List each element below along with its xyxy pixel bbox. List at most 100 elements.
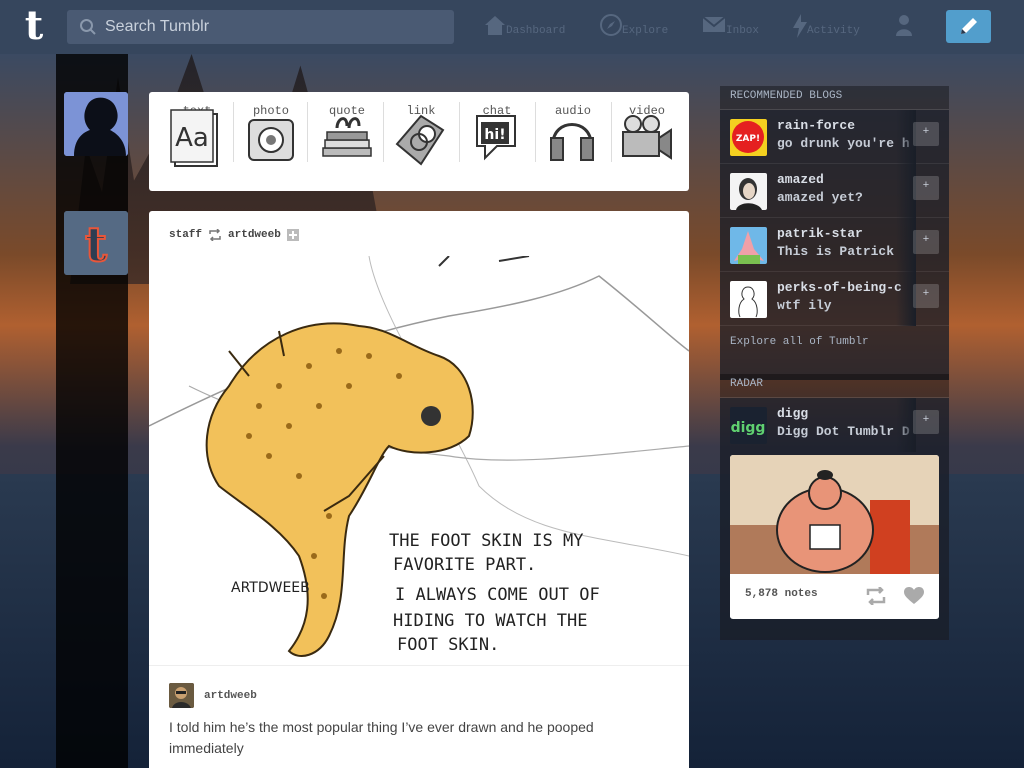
svg-text:digg: digg xyxy=(731,420,766,436)
silhouette-avatar-icon xyxy=(64,92,128,156)
tumblr-logo[interactable]: t xyxy=(14,4,54,50)
post-type-text[interactable]: text Aa xyxy=(159,98,235,172)
radar-title: RADAR xyxy=(720,374,949,398)
svg-text:Aa: Aa xyxy=(175,123,209,153)
post-image[interactable]: THE FOOT SKIN IS MY FAVORITE PART. I ALW… xyxy=(149,256,689,666)
drawing-text-line3: I ALWAYS COME OUT OF xyxy=(395,585,600,605)
follow-button[interactable]: + xyxy=(913,122,939,146)
search-icon xyxy=(80,19,96,35)
blog-row[interactable]: ZAP! rain-force go drunk you're h + xyxy=(720,110,949,164)
blog-name[interactable]: perks-of-being-c xyxy=(777,280,915,295)
post-author[interactable]: artdweeb xyxy=(169,683,257,708)
compass-icon xyxy=(600,14,622,36)
follow-button[interactable]: + xyxy=(913,284,939,308)
post-type-quote[interactable]: quote xyxy=(309,98,385,172)
top-header: t Dashboard Explore Inbox Activity xyxy=(0,0,1024,54)
perks-avatar xyxy=(730,281,767,318)
camera-icon xyxy=(248,119,294,161)
drawing-signature: ARTDWEEB xyxy=(231,580,310,596)
author-avatar xyxy=(169,683,194,708)
follow-button[interactable]: + xyxy=(913,176,939,200)
gecko-drawing: THE FOOT SKIN IS MY FAVORITE PART. I ALW… xyxy=(149,256,689,657)
rain-force-avatar: ZAP! xyxy=(730,119,767,156)
post-type-link[interactable]: link xyxy=(383,98,459,172)
post-type-video[interactable]: video xyxy=(609,98,685,172)
explore-all-link[interactable]: Explore all of Tumblr xyxy=(730,336,869,348)
blog-row[interactable]: patrik-star This is Patrick + xyxy=(720,218,949,272)
person-icon xyxy=(896,15,912,36)
radar-blog-name[interactable]: digg xyxy=(777,406,915,421)
follow-plus-icon[interactable] xyxy=(286,229,299,241)
reblogger-name[interactable]: staff xyxy=(169,229,202,241)
svg-text:t: t xyxy=(85,217,107,273)
radar-post-image xyxy=(730,455,939,574)
blog-name[interactable]: rain-force xyxy=(777,118,915,133)
reblog-icon xyxy=(209,229,221,241)
envelope-icon xyxy=(702,16,726,32)
nav-activity-label: Activity xyxy=(807,25,860,37)
nav-explore[interactable]: Explore xyxy=(600,14,680,44)
patrik-star-avatar xyxy=(730,227,767,264)
post-type-audio[interactable]: audio xyxy=(535,98,611,172)
nav-explore-label: Explore xyxy=(622,25,669,37)
books-quote-icon xyxy=(322,117,372,157)
nav-inbox-label: Inbox xyxy=(726,25,760,37)
dashboard-post: staff artdweeb THE FOOT SKIN IS MY FAVOR… xyxy=(149,211,689,768)
amazed-avatar xyxy=(730,173,767,210)
nav-dashboard-label: Dashboard xyxy=(506,25,566,37)
radar-blog-row[interactable]: digg digg Digg Dot Tumblr D + xyxy=(720,398,949,452)
source-blog-name[interactable]: artdweeb xyxy=(228,229,281,241)
drawing-text-line1: THE FOOT SKIN IS MY xyxy=(389,531,583,551)
user-avatar[interactable] xyxy=(64,92,128,156)
svg-text:ZAP!: ZAP! xyxy=(736,134,760,144)
blog-description: amazed yet? xyxy=(777,190,863,205)
post-type-selector: text Aa photo quote link chat hi! audio … xyxy=(149,92,689,191)
blog-description: go drunk you're h xyxy=(777,136,910,151)
post-type-chat[interactable]: chat hi! xyxy=(459,98,535,172)
nav-account[interactable] xyxy=(895,14,913,44)
notes-count[interactable]: 5,878 notes xyxy=(745,588,818,600)
lightning-icon xyxy=(793,14,807,38)
tumblr-t-avatar-icon: t xyxy=(64,211,128,275)
search-input[interactable] xyxy=(105,10,445,44)
author-name[interactable]: artdweeb xyxy=(204,690,257,702)
radar-panel: digg digg Digg Dot Tumblr D + 5,878 note… xyxy=(720,398,949,640)
radar-post-card[interactable]: 5,878 notes xyxy=(730,455,939,619)
drawing-text-line2: FAVORITE PART. xyxy=(393,555,536,575)
blog-description: wtf ily xyxy=(777,298,832,313)
recommended-blogs-title: RECOMMENDED BLOGS xyxy=(720,86,949,110)
headphones-icon xyxy=(550,123,594,161)
blog-row[interactable]: perks-of-being-c wtf ily + xyxy=(720,272,949,326)
text-post-icon: Aa xyxy=(170,109,218,167)
svg-text:hi!: hi! xyxy=(484,127,505,143)
nav-activity[interactable]: Activity xyxy=(792,14,872,44)
drawing-text-line4: HIDING TO WATCH THE xyxy=(393,611,587,631)
video-camera-icon xyxy=(622,115,672,160)
nav-dashboard[interactable]: Dashboard xyxy=(484,14,574,44)
recommended-blogs-panel: ZAP! rain-force go drunk you're h + amaz… xyxy=(720,110,949,380)
digg-avatar: digg xyxy=(730,407,767,444)
nav-inbox[interactable]: Inbox xyxy=(702,14,772,44)
link-tag-icon xyxy=(395,114,445,166)
follow-button[interactable]: + xyxy=(913,410,939,434)
post-header: staff artdweeb xyxy=(169,229,299,241)
blog-name[interactable]: amazed xyxy=(777,172,915,187)
post-caption: I told him he’s the most popular thing I… xyxy=(169,719,594,756)
compose-button[interactable] xyxy=(946,10,991,43)
search-box[interactable] xyxy=(67,10,454,44)
follow-button[interactable]: + xyxy=(913,230,939,254)
radar-post-footer: 5,878 notes xyxy=(730,574,939,618)
radar-blog-description: Digg Dot Tumblr D xyxy=(777,424,910,439)
pencil-icon xyxy=(961,18,977,34)
staff-avatar[interactable]: t xyxy=(64,211,128,275)
drawing-text-line5: FOOT SKIN. xyxy=(397,635,499,655)
reblog-icon[interactable] xyxy=(865,587,887,605)
post-type-photo[interactable]: photo xyxy=(233,98,309,172)
blog-row[interactable]: amazed amazed yet? + xyxy=(720,164,949,218)
chat-bubble-icon: hi! xyxy=(476,115,516,161)
heart-icon[interactable] xyxy=(904,587,924,605)
blog-name[interactable]: patrik-star xyxy=(777,226,915,241)
divider xyxy=(307,102,308,162)
blog-description: This is Patrick xyxy=(777,244,895,259)
home-icon xyxy=(485,16,505,35)
